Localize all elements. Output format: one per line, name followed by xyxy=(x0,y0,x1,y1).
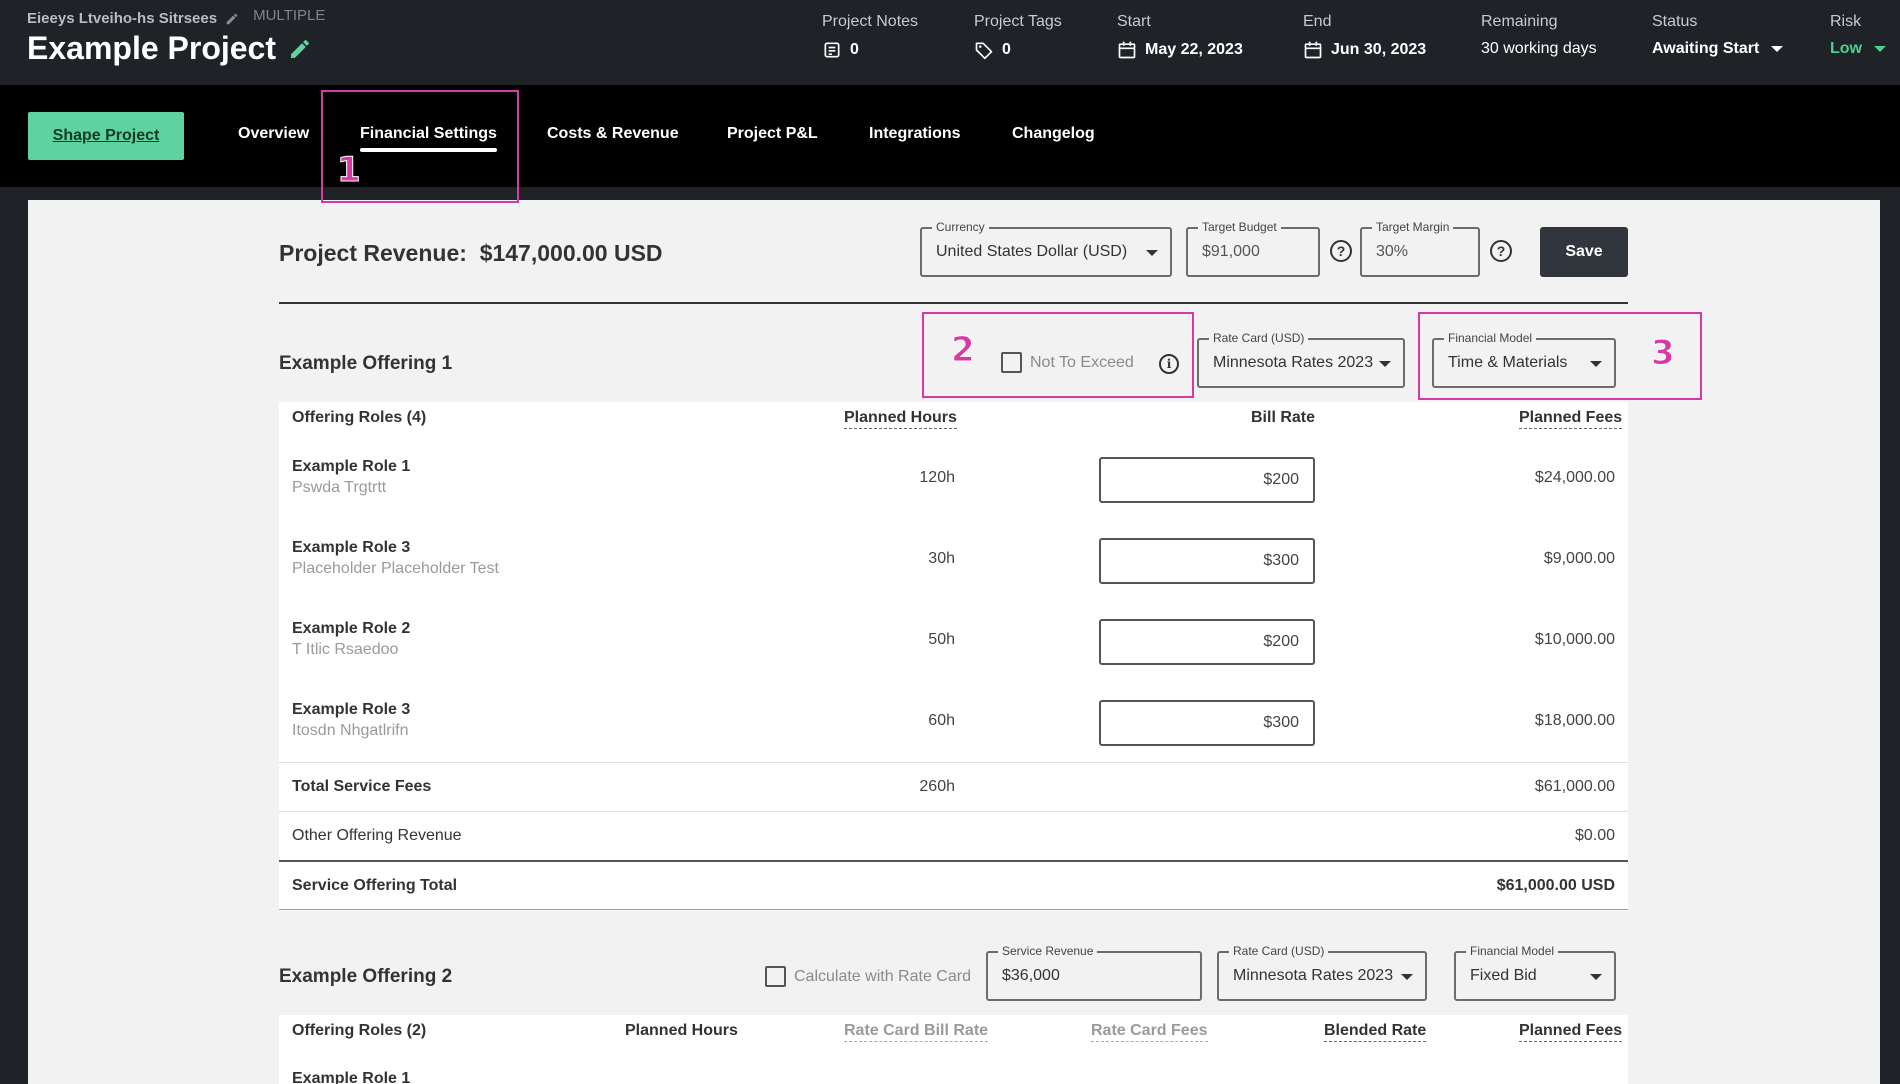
role-person: Itosdn Nhgatlrifn xyxy=(292,722,409,739)
edit-pencil-icon[interactable] xyxy=(225,12,239,26)
offering-2-title: Example Offering 2 xyxy=(279,966,453,987)
chevron-down-icon xyxy=(1590,974,1602,980)
planned-fees: $10,000.00 xyxy=(1534,631,1615,648)
breadcrumb-client[interactable]: Eieeys Ltveiho-hs Sitrsees xyxy=(27,10,217,27)
offering-total-label: Service Offering Total xyxy=(292,877,458,894)
annotation-number-1: 1 xyxy=(337,150,362,191)
chevron-down-icon xyxy=(1379,361,1391,367)
planned-hours: 120h xyxy=(919,469,955,486)
chevron-down-icon xyxy=(1401,974,1413,980)
start-date[interactable]: Start May 22, 2023 xyxy=(1117,13,1243,60)
bill-rate-input[interactable]: $200 xyxy=(1099,619,1315,665)
currency-select[interactable]: Currency United States Dollar (USD) xyxy=(920,220,1172,277)
tab-costs-revenue[interactable]: Costs & Revenue xyxy=(547,125,679,143)
tab-project-pl[interactable]: Project P&L xyxy=(727,125,818,143)
target-budget-field[interactable]: Target Budget $91,000 xyxy=(1186,220,1320,277)
calendar-icon xyxy=(1118,41,1136,59)
service-revenue-field[interactable]: Service Revenue $36,000 xyxy=(986,944,1202,1001)
breadcrumb: Eieeys Ltveiho-hs Sitrsees MULTIPLE xyxy=(27,7,326,27)
col-offering-roles: Offering Roles (2) xyxy=(292,1022,427,1039)
edit-title-pencil-icon[interactable] xyxy=(288,37,312,61)
col-rate-card-bill-rate[interactable]: Rate Card Bill Rate xyxy=(844,1022,989,1042)
risk-dropdown[interactable]: Risk Low xyxy=(1830,13,1886,58)
divider xyxy=(279,762,1628,763)
tag-icon xyxy=(975,42,993,60)
tab-bar: Shape Project Overview Financial Setting… xyxy=(0,85,1900,187)
col-offering-roles: Offering Roles (4) xyxy=(292,409,427,426)
notes-icon xyxy=(824,42,840,58)
col-bill-rate: Bill Rate xyxy=(1251,409,1316,426)
project-revenue: Project Revenue: $147,000.00 USD xyxy=(279,240,663,266)
end-date[interactable]: End Jun 30, 2023 xyxy=(1303,13,1426,60)
planned-hours: 50h xyxy=(928,631,955,648)
divider xyxy=(279,860,1628,862)
col-blended-rate[interactable]: Blended Rate xyxy=(1324,1022,1427,1042)
tab-changelog[interactable]: Changelog xyxy=(1012,125,1095,143)
offering-1-table: Offering Roles (4) Planned Hours Bill Ra… xyxy=(279,402,1628,911)
total-service-fees-label: Total Service Fees xyxy=(292,778,432,795)
role-name: Example Role 3 xyxy=(292,701,411,718)
planned-fees: $24,000.00 xyxy=(1534,469,1615,486)
total-service-fees: $61,000.00 xyxy=(1534,778,1615,795)
role-name: Example Role 3 xyxy=(292,539,411,556)
other-revenue-value: $0.00 xyxy=(1574,827,1615,844)
chevron-down-icon xyxy=(1146,250,1158,256)
offering-1-title: Example Offering 1 xyxy=(279,353,453,374)
col-rate-card-fees[interactable]: Rate Card Fees xyxy=(1091,1022,1208,1042)
annotation-number-3: 3 xyxy=(1651,333,1676,374)
role-name: Example Role 1 xyxy=(292,458,411,475)
remaining: Remaining 30 working days xyxy=(1481,13,1597,57)
project-title: Example Project xyxy=(27,30,276,66)
help-icon[interactable]: ? xyxy=(1330,240,1352,262)
target-margin-field[interactable]: Target Margin 30% xyxy=(1360,220,1480,277)
divider xyxy=(279,811,1628,812)
bill-rate-input[interactable]: $300 xyxy=(1099,538,1315,584)
role-name: Example Role 2 xyxy=(292,620,411,637)
role-name: Example Role 1 xyxy=(292,1070,411,1084)
chevron-down-icon xyxy=(1874,46,1886,52)
other-revenue-label: Other Offering Revenue xyxy=(292,827,462,844)
planned-hours: 60h xyxy=(928,712,955,729)
page-title: Example Project xyxy=(27,30,312,67)
help-icon[interactable]: ? xyxy=(1490,240,1512,262)
calendar-icon xyxy=(1304,41,1322,59)
offering-2-financial-model-select[interactable]: Financial Model Fixed Bid xyxy=(1454,944,1616,1001)
project-header: Eieeys Ltveiho-hs Sitrsees MULTIPLE Exam… xyxy=(0,0,1900,85)
status-dropdown[interactable]: Status Awaiting Start xyxy=(1652,13,1784,58)
shape-project-button[interactable]: Shape Project xyxy=(28,112,184,160)
offering-1-rate-card-select[interactable]: Rate Card (USD) Minnesota Rates 2023 xyxy=(1197,331,1405,388)
bill-rate-input[interactable]: $300 xyxy=(1099,700,1315,746)
tab-overview[interactable]: Overview xyxy=(238,125,309,143)
calculate-with-rate-card-checkbox[interactable]: Calculate with Rate Card xyxy=(765,966,971,987)
planned-fees: $9,000.00 xyxy=(1543,550,1615,567)
col-planned-fees[interactable]: Planned Fees xyxy=(1519,409,1623,429)
annotation-number-2: 2 xyxy=(951,330,976,371)
multiple-label: MULTIPLE xyxy=(253,7,326,24)
offering-2-rate-card-select[interactable]: Rate Card (USD) Minnesota Rates 2023 xyxy=(1217,944,1427,1001)
divider xyxy=(279,909,1628,910)
col-planned-fees[interactable]: Planned Fees xyxy=(1519,1022,1623,1042)
bill-rate-input[interactable]: $200 xyxy=(1099,457,1315,503)
planned-fees: $18,000.00 xyxy=(1534,712,1615,729)
divider xyxy=(279,302,1628,304)
chevron-down-icon xyxy=(1771,46,1784,52)
planned-hours: 30h xyxy=(928,550,955,567)
checkbox-box[interactable] xyxy=(765,966,786,987)
col-planned-hours[interactable]: Planned Hours xyxy=(844,409,957,429)
project-notes[interactable]: Project Notes 0 xyxy=(822,13,918,60)
role-person: Placeholder Placeholder Test xyxy=(292,560,499,577)
tab-integrations[interactable]: Integrations xyxy=(869,125,961,143)
offering-2-table: Offering Roles (2) Planned Hours Rate Ca… xyxy=(279,1015,1628,1084)
total-hours: 260h xyxy=(919,778,955,795)
col-planned-hours: Planned Hours xyxy=(625,1022,738,1039)
save-button[interactable]: Save xyxy=(1540,227,1628,277)
offering-total-value: $61,000.00 USD xyxy=(1496,877,1615,894)
role-person: T Itlic Rsaedoo xyxy=(292,641,399,658)
project-tags[interactable]: Project Tags 0 xyxy=(974,13,1062,60)
role-person: Pswda Trgtrtt xyxy=(292,479,387,496)
